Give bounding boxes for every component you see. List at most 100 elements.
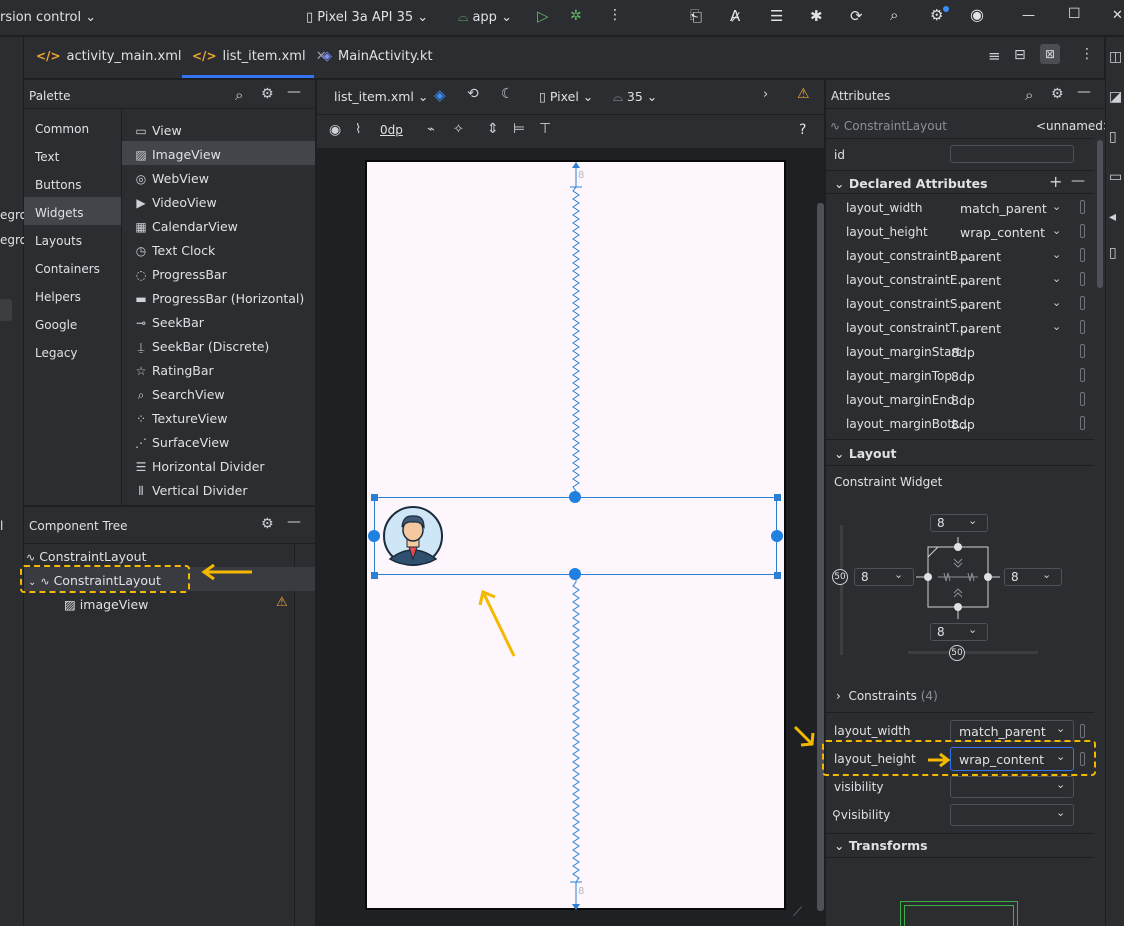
add-attribute-icon[interactable]: + — [1049, 172, 1062, 191]
chevron-down-icon[interactable]: ⌄ — [1052, 320, 1061, 333]
resize-handle-bottom-left[interactable] — [371, 572, 378, 579]
more-vert-icon[interactable]: ⋮ — [608, 7, 622, 23]
palette-widget-vertical-divider[interactable]: ⫴ Vertical Divider — [134, 483, 247, 499]
chevron-down-icon[interactable]: ⌄ — [968, 514, 977, 527]
canvas-scrollbar[interactable] — [817, 203, 824, 911]
chevron-down-icon[interactable]: ⌄ — [1042, 568, 1051, 581]
running-devices-icon[interactable]: ▭ — [1109, 169, 1122, 185]
resize-handle-top-left[interactable] — [371, 494, 378, 501]
account-icon[interactable]: ◉ — [970, 5, 984, 24]
chevron-right-icon[interactable]: › — [763, 87, 768, 102]
palette-widget-seekbar[interactable]: ⊸ SeekBar — [134, 315, 204, 330]
debug-icon[interactable]: ✲ — [570, 8, 582, 24]
declared-attr-value[interactable]: wrap_content — [960, 225, 1045, 240]
settings-icon[interactable]: ⚙ — [1051, 86, 1064, 102]
palette-category-text[interactable]: Text — [35, 150, 59, 164]
minimize-panel-icon[interactable]: — — [1077, 84, 1091, 100]
tab-activity-main[interactable]: </> activity_main.xml — [36, 49, 182, 64]
device-mirroring-icon[interactable]: ▯ — [1109, 129, 1117, 145]
settings-icon[interactable]: ⚙ — [261, 516, 274, 532]
palette-widget-ratingbar[interactable]: ☆ RatingBar — [134, 363, 214, 378]
tab-list-item[interactable]: </> list_item.xml ✕ — [192, 49, 327, 64]
settings-icon[interactable]: ⚙ — [930, 6, 943, 24]
chevron-down-icon[interactable]: ⌄ — [1056, 806, 1065, 819]
design-surface-icon[interactable]: ◈ — [434, 86, 446, 104]
pack-icon[interactable]: ⇕ — [487, 121, 499, 137]
search-icon[interactable]: ⌕ — [235, 86, 243, 104]
palette-widget-searchview[interactable]: ⌕ SearchView — [134, 387, 225, 403]
device-selector[interactable]: ▯ Pixel 3a API 35 ⌄ — [306, 10, 428, 25]
palette-widget-textureview[interactable]: ⁘ TextureView — [134, 411, 227, 426]
palette-widget-horizontal-divider[interactable]: ☰ Horizontal Divider — [134, 459, 265, 474]
declared-attr-value[interactable]: parent — [960, 321, 1001, 336]
constraint-anchor-start[interactable] — [368, 530, 380, 542]
resource-picker-icon[interactable] — [1080, 224, 1085, 238]
resource-picker-icon[interactable] — [1080, 272, 1085, 286]
palette-category-common[interactable]: Common — [35, 122, 89, 136]
chevron-down-icon[interactable]: ⌄ — [1052, 248, 1061, 261]
orientation-icon[interactable]: ⟲ — [467, 86, 479, 102]
declared-attr-value[interactable]: match_parent — [960, 201, 1047, 216]
constraint-widget-diagram[interactable] — [916, 535, 1006, 625]
chevron-down-icon[interactable]: ⌄ — [1052, 296, 1061, 309]
constraint-anchor-end[interactable] — [771, 530, 783, 542]
warning-icon[interactable]: ⚠ — [276, 595, 288, 610]
design-view-icon[interactable]: ⊠ — [1040, 44, 1060, 64]
resource-picker-icon[interactable] — [1080, 296, 1085, 310]
chevron-down-icon[interactable]: ⌄ — [894, 568, 903, 581]
minimize-panel-icon[interactable]: — — [287, 514, 301, 530]
guidelines-icon[interactable]: ⊤ — [539, 121, 551, 137]
constraint-anchor-top[interactable] — [569, 491, 581, 503]
palette-widget-progressbar-horizontal[interactable]: ▬ ProgressBar (Horizontal) — [134, 291, 304, 306]
resize-handle-top-right[interactable] — [774, 494, 781, 501]
gradle-icon[interactable]: ◪ — [1109, 89, 1122, 105]
code-view-icon[interactable]: ≡ — [988, 47, 1001, 65]
resource-picker-icon[interactable] — [1080, 344, 1085, 358]
attributes-scrollbar[interactable] — [1097, 140, 1103, 288]
resize-handle-bottom-right[interactable] — [774, 572, 781, 579]
run-icon[interactable]: ▷ — [537, 7, 549, 25]
align-icon[interactable]: ⊨ — [513, 121, 525, 137]
help-icon[interactable]: ? — [799, 122, 806, 138]
palette-widget-textclock[interactable]: ◷ Text Clock — [134, 243, 215, 258]
palette-category-helpers[interactable]: Helpers — [35, 290, 81, 304]
more-vert-icon[interactable]: ⋮ — [1080, 46, 1094, 62]
resource-picker-icon[interactable] — [1080, 392, 1085, 406]
avatar-image[interactable] — [382, 505, 444, 567]
palette-category-layouts[interactable]: Layouts — [35, 234, 82, 248]
resource-picker-icon[interactable] — [1080, 368, 1085, 382]
warning-icon[interactable]: ⚠ — [797, 86, 810, 102]
vertical-bias-slider[interactable] — [840, 525, 843, 655]
palette-widget-videoview[interactable]: ▶ VideoView — [134, 195, 216, 210]
resource-picker-icon[interactable] — [1080, 416, 1085, 430]
clear-constraints-icon[interactable]: ⌁ — [427, 122, 435, 137]
search-icon[interactable]: ⌕ — [1025, 86, 1033, 104]
declared-attr-value[interactable]: 8dp — [951, 393, 975, 408]
settings-icon[interactable]: ⚙ — [261, 86, 274, 102]
chevron-down-icon[interactable]: ⌄ — [1056, 722, 1065, 735]
palette-category-containers[interactable]: Containers — [35, 262, 100, 276]
autoconnect-icon[interactable]: ⌇ — [355, 122, 361, 137]
layout-section-header[interactable]: ⌄ Layout — [834, 446, 896, 461]
chevron-down-icon[interactable]: ⌄ — [1052, 200, 1061, 213]
palette-widget-calendarview[interactable]: ▦ CalendarView — [134, 219, 238, 234]
palette-widget-surfaceview[interactable]: ⋰ SurfaceView — [134, 435, 229, 450]
maximize-icon[interactable]: ☐ — [1068, 6, 1081, 22]
palette-category-legacy[interactable]: Legacy — [35, 346, 78, 360]
tab-main-activity[interactable]: ◈ MainActivity.kt — [322, 49, 433, 64]
app-inspection-icon[interactable]: ✱ — [810, 7, 823, 25]
translate-icon[interactable]: A̷ — [730, 7, 740, 25]
minimize-panel-icon[interactable]: — — [287, 84, 301, 100]
declared-attr-value[interactable]: 8dp — [951, 417, 975, 432]
palette-category-buttons[interactable]: Buttons — [35, 178, 81, 192]
declared-attr-value[interactable]: 8dp — [951, 369, 975, 384]
vertical-bias-thumb[interactable]: 50 — [832, 569, 848, 585]
transforms-section-header[interactable]: ⌄ Transforms — [834, 838, 928, 853]
assistant-icon[interactable]: ◂ — [1109, 209, 1116, 225]
palette-widget-imageview[interactable]: ▨ ImageView — [134, 147, 220, 162]
device-manager-icon[interactable]: ⎗ — [690, 7, 702, 25]
search-icon[interactable]: ⌕ — [890, 6, 898, 24]
version-control-menu[interactable]: rsion control ⌄ — [0, 10, 96, 25]
palette-widget-view[interactable]: ▭ View — [134, 123, 181, 138]
chevron-down-icon[interactable]: ⌄ — [1052, 272, 1061, 285]
